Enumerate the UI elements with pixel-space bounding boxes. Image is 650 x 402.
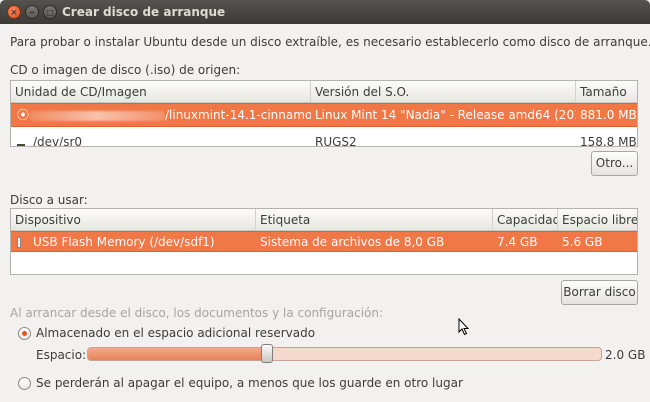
store-option-radio[interactable]	[18, 327, 31, 340]
window-title: Crear disco de arranque	[62, 5, 226, 19]
discard-option-radio[interactable]	[18, 377, 31, 390]
source-row[interactable]: /dev/sr0 RUGS2 158.8 MB	[11, 135, 637, 146]
target-device-cell: USB Flash Memory (/dev/sdf1)	[33, 235, 215, 249]
source-row-selected[interactable]: ⦿ /linuxmint-14.1-cinnamo... Linux Mint …	[11, 103, 637, 127]
column-capacity[interactable]: Capacidad	[493, 209, 558, 231]
column-size[interactable]: Tamaño	[576, 81, 637, 103]
target-label-cell: Sistema de archivos de 8,0 GB	[260, 235, 445, 249]
target-capacity-cell: 7.4 GB	[497, 235, 538, 249]
space-value: 2.0 GB	[605, 348, 646, 362]
cd-icon: ⦿	[17, 108, 29, 122]
title-bar: × – □ Crear disco de arranque	[0, 0, 650, 24]
usb-icon	[13, 232, 29, 254]
target-list-header: Dispositivo Etiqueta Capacidad Espacio l…	[11, 209, 637, 231]
discard-option-label[interactable]: Se perderán al apagar el equipo, a menos…	[36, 376, 463, 390]
space-slider-track[interactable]	[87, 347, 602, 361]
column-version[interactable]: Versión del S.O.	[311, 81, 576, 103]
source-label: CD o imagen de disco (.iso) de origen:	[10, 63, 241, 77]
source-version-cell: Linux Mint 14 "Nadia" - Release amd64 (2…	[315, 108, 576, 122]
other-button[interactable]: Otro...	[591, 151, 638, 176]
minimize-window-button[interactable]: –	[25, 5, 39, 19]
column-label[interactable]: Etiqueta	[256, 209, 493, 231]
source-unit-cell: /dev/sr0	[33, 135, 83, 147]
target-list[interactable]: Dispositivo Etiqueta Capacidad Espacio l…	[10, 208, 638, 275]
source-list[interactable]: Unidad de CD/Imagen Versión del S.O. Tam…	[10, 80, 638, 147]
target-row-selected[interactable]: USB Flash Memory (/dev/sdf1) Sistema de …	[11, 231, 637, 252]
target-label: Disco a usar:	[10, 193, 88, 207]
source-unit-cell: /linuxmint-14.1-cinnamo...	[29, 104, 311, 126]
blurred-path	[29, 110, 165, 121]
source-unit-text: /linuxmint-14.1-cinnamo...	[165, 108, 311, 122]
column-unit[interactable]: Unidad de CD/Imagen	[11, 81, 311, 103]
space-slider-handle[interactable]	[261, 344, 273, 363]
source-version-cell: RUGS2	[315, 135, 357, 147]
target-free-cell: 5.6 GB	[562, 235, 603, 249]
column-free-space[interactable]: Espacio libre	[558, 209, 637, 231]
source-list-header: Unidad de CD/Imagen Versión del S.O. Tam…	[11, 81, 637, 103]
boot-options-label: Al arrancar desde el disco, los document…	[10, 306, 384, 320]
mouse-pointer-icon	[458, 318, 470, 336]
space-label: Espacio:	[36, 348, 87, 362]
maximize-window-button[interactable]: □	[43, 5, 57, 19]
space-slider-fill	[88, 348, 268, 360]
drive-icon	[13, 137, 29, 146]
column-device[interactable]: Dispositivo	[11, 209, 256, 231]
erase-disk-button[interactable]: Borrar disco	[561, 280, 638, 305]
source-size-cell: 881.0 MB	[580, 108, 637, 122]
close-window-button[interactable]: ×	[7, 5, 21, 19]
source-size-cell: 158.8 MB	[580, 135, 637, 147]
store-option-label[interactable]: Almacenado en el espacio adicional reser…	[36, 326, 315, 340]
intro-text: Para probar o instalar Ubuntu desde un d…	[10, 35, 650, 49]
